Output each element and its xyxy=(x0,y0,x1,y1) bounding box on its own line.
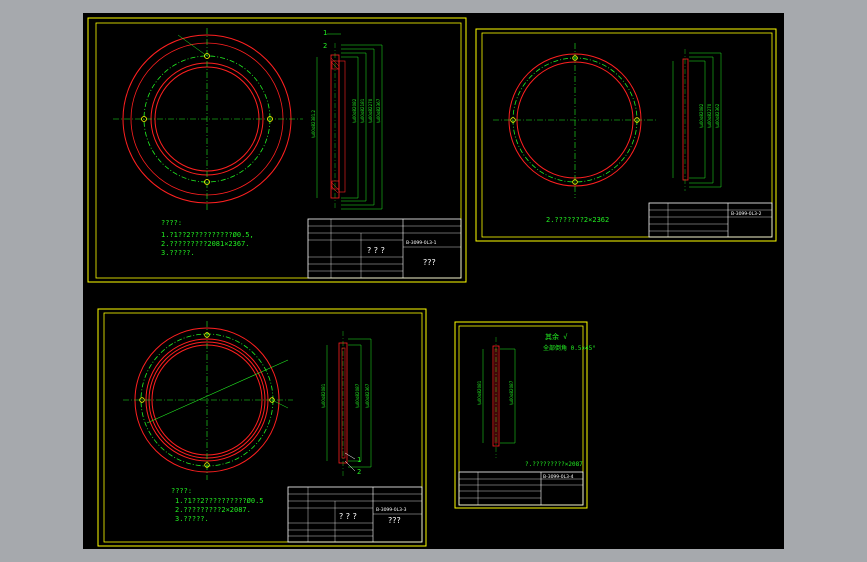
sheet-4-roughness-note: 其余 √ xyxy=(545,332,568,341)
cad-model-space[interactable]: \u00d82381.2 \u00d82082 \u00d82181 \u00d… xyxy=(83,13,784,549)
sheet-3-title-block: B-3099-0L3-3 ? ? ? ??? xyxy=(287,486,423,543)
sheet-3-note-1: 1.?1??2??????????Ø0.5 xyxy=(175,497,264,505)
sheet-3-note-3: 3.?????. xyxy=(175,515,209,523)
svg-text:\u00d82087: \u00d82087 xyxy=(509,380,514,405)
sheet-4-chamfer-note: 全部倒角 0.5×45° xyxy=(543,344,596,352)
sheet-1-note-2: 2.?????????2081×2367. xyxy=(161,240,250,248)
sheet-3-balloon-1: 1 xyxy=(357,456,361,464)
sheet-4-title-block: B-3099-0L3-4 xyxy=(458,471,584,506)
svg-text:\u00d82082: \u00d82082 xyxy=(352,98,357,123)
drawing-sheet-4[interactable]: 其余 √ 全部倒角 0.5×45° \u00d82081 \u00d82087 … xyxy=(454,321,596,509)
sheet-1-note-heading: ????: xyxy=(161,219,182,227)
sheet-1-title-block: B-3099-0L3-1 ? ? ? ??? xyxy=(307,218,462,279)
sheet-1-balloon-2: 2 xyxy=(323,42,327,50)
sheet-1-plan-view xyxy=(113,28,303,211)
sheet-2-section-view: \u00d82082 \u00d82270 \u00d82362 xyxy=(672,49,722,191)
svg-text:\u00d82362: \u00d82362 xyxy=(715,103,720,128)
sheet-3-material: ??? xyxy=(388,516,401,525)
sheet-3-section-view: \u00d82087 \u00d82367 \u00d82081 1 2 xyxy=(321,331,372,478)
sheet-3-drawing-number: B-3099-0L3-3 xyxy=(376,507,407,513)
sheet-4-drawing-number: B-3099-0L3-4 xyxy=(543,474,574,480)
sheet-2-title-block: B-3099-0L3-2 xyxy=(648,202,773,238)
svg-text:\u00d82381.2: \u00d82381.2 xyxy=(311,109,316,138)
sheet-2-plan-view xyxy=(493,43,658,198)
svg-text:\u00d82181: \u00d82181 xyxy=(360,98,365,123)
sheet-2-border xyxy=(475,28,777,242)
sheet-1-note-1: 1.?1??2??????????Ø0.5, xyxy=(161,231,254,239)
drawing-sheet-2[interactable]: \u00d82082 \u00d82270 \u00d82362 2.?????… xyxy=(475,28,777,242)
sheet-1-note-3: 3.?????. xyxy=(161,249,195,257)
svg-text:\u00d82270: \u00d82270 xyxy=(368,98,373,123)
svg-text:\u00d82081: \u00d82081 xyxy=(477,380,482,405)
sheet-3-note-heading: ????: xyxy=(171,487,192,495)
sheet-1-drawing-number: B-3099-0L3-1 xyxy=(406,240,437,246)
svg-text:\u00d82081: \u00d82081 xyxy=(321,383,326,408)
sheet-3-part-name: ? ? ? xyxy=(339,512,357,521)
sheet-2-drawing-number: B-3099-0L3-2 xyxy=(731,211,762,217)
sheet-4-section-view: \u00d82081 \u00d82087 xyxy=(477,337,516,458)
sheet-1-material: ??? xyxy=(423,258,436,267)
sheet-3-plan-view xyxy=(123,321,293,480)
sheet-2-inner-frame xyxy=(481,32,773,238)
sheet-1-section-view: \u00d82381.2 \u00d82082 \u00d82181 \u00d… xyxy=(311,29,383,210)
sheet-3-inner-frame xyxy=(103,312,423,543)
svg-text:\u00d82082: \u00d82082 xyxy=(699,103,704,128)
svg-text:\u00d82270: \u00d82270 xyxy=(707,103,712,128)
drawing-sheet-1[interactable]: \u00d82381.2 \u00d82082 \u00d82181 \u00d… xyxy=(87,17,467,283)
sheet-3-note-2: 2.?????????2×2087. xyxy=(175,506,251,514)
svg-text:\u00d82367: \u00d82367 xyxy=(365,383,370,408)
drawing-sheet-3[interactable]: \u00d82087 \u00d82367 \u00d82081 1 2 ???… xyxy=(97,308,427,547)
svg-text:\u00d82367: \u00d82367 xyxy=(376,98,381,123)
svg-text:\u00d82087: \u00d82087 xyxy=(355,383,360,408)
sheet-1-inner-frame xyxy=(95,22,462,279)
sheet-1-balloon-1: 1 xyxy=(323,29,327,37)
sheet-4-note: ?.?????????×2087 xyxy=(525,461,583,468)
sheet-3-balloon-2: 2 xyxy=(357,468,361,476)
sheet-2-note: 2.???????2×2362 xyxy=(546,216,609,224)
sheet-1-part-name: ? ? ? xyxy=(367,246,385,255)
